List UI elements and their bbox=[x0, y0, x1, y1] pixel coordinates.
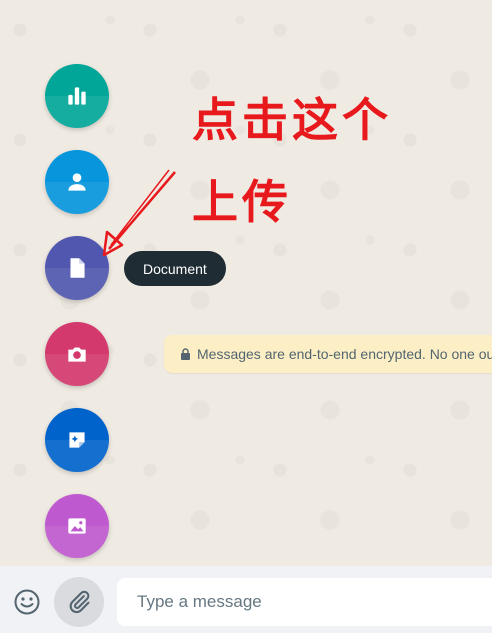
attach-camera-button[interactable] bbox=[45, 322, 109, 386]
message-input[interactable] bbox=[117, 578, 492, 626]
attach-button[interactable] bbox=[54, 577, 104, 627]
person-icon bbox=[68, 173, 86, 191]
attach-poll-button[interactable] bbox=[45, 64, 109, 128]
encryption-notice-text: Messages are end-to-end encrypted. No on… bbox=[197, 346, 492, 362]
composer-bar bbox=[0, 566, 492, 633]
document-icon bbox=[70, 258, 85, 278]
attach-photos-videos-button[interactable] bbox=[45, 494, 109, 558]
sticker-icon bbox=[69, 432, 85, 448]
emoji-button[interactable] bbox=[12, 587, 42, 617]
annotation-arrow bbox=[102, 169, 176, 257]
lock-icon bbox=[181, 348, 190, 360]
paperclip-icon bbox=[69, 590, 90, 614]
image-icon bbox=[68, 518, 86, 534]
annotation-text-line2: 上传 bbox=[192, 175, 292, 229]
attach-sticker-button[interactable] bbox=[45, 408, 109, 472]
emoji-icon bbox=[14, 589, 40, 615]
camera-icon bbox=[68, 347, 86, 362]
encryption-notice[interactable]: Messages are end-to-end encrypted. No on… bbox=[164, 335, 492, 373]
bar-chart-icon bbox=[68, 87, 86, 105]
annotation-text-line1: 点击这个 bbox=[192, 93, 392, 147]
